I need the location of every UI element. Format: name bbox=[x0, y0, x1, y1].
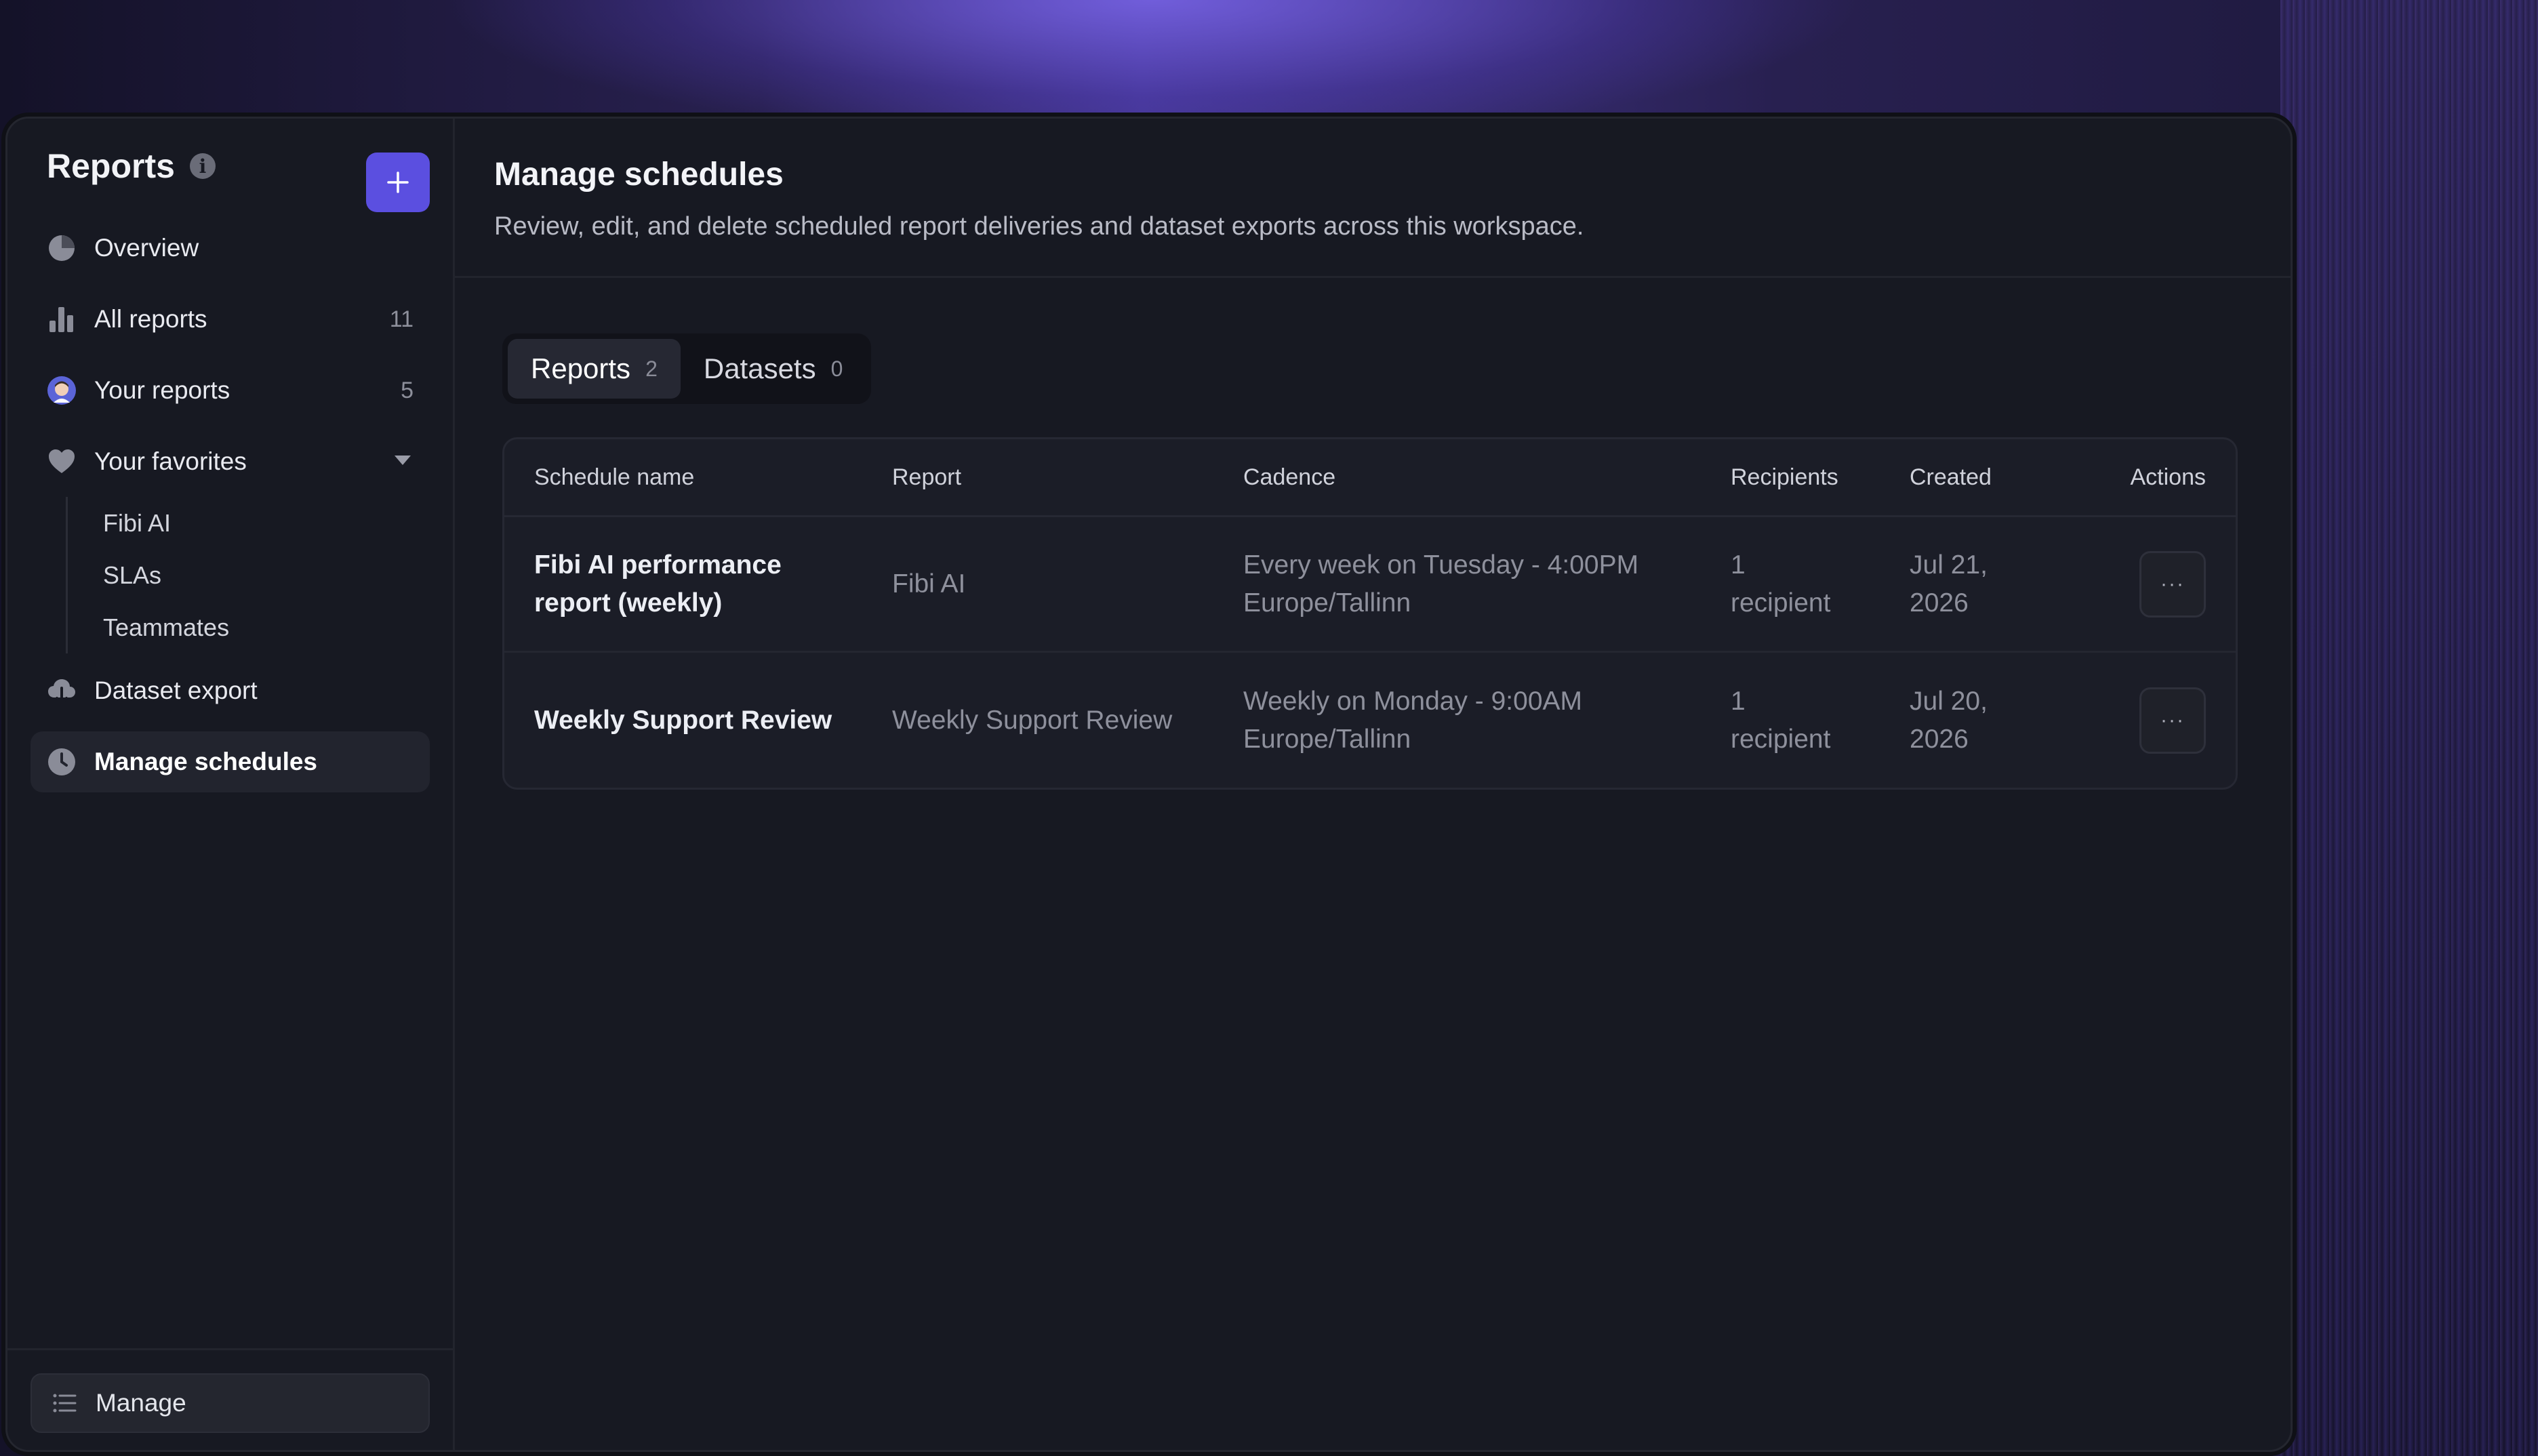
page-header: Manage schedules Review, edit, and delet… bbox=[455, 119, 2291, 278]
sidebar-item-label: Manage schedules bbox=[94, 748, 318, 775]
column-header: Created bbox=[1910, 464, 1992, 490]
cadence-line: Every week on Tuesday - 4:00PM bbox=[1243, 550, 1639, 580]
column-header: Report bbox=[892, 464, 962, 490]
recipients-line: 1 bbox=[1731, 550, 1746, 580]
created-date: Jul 21, 2026 bbox=[1910, 546, 2093, 622]
tab-reports[interactable]: Reports 2 bbox=[508, 339, 681, 399]
cadence: Weekly on Monday - 9:00AM Europe/Tallinn bbox=[1243, 683, 1731, 759]
background-stripes bbox=[2280, 0, 2538, 1456]
sidebar-nav: Overview All reports 11 Your reports 5 Y… bbox=[7, 214, 453, 792]
favorite-item[interactable]: Fibi AI bbox=[68, 497, 430, 549]
more-actions-button[interactable]: ··· bbox=[2139, 687, 2206, 754]
bar-chart-icon bbox=[47, 304, 77, 334]
favorite-item[interactable]: Teammates bbox=[68, 601, 430, 653]
created-line: Jul 21, bbox=[1910, 550, 1988, 580]
schedules-table: Schedule name Report Cadence Recipients … bbox=[502, 437, 2238, 790]
recipients-line: 1 bbox=[1731, 687, 1746, 716]
recipients-line: recipient bbox=[1731, 588, 1831, 618]
main-content: Manage schedules Review, edit, and delet… bbox=[455, 119, 2291, 1450]
cadence: Every week on Tuesday - 4:00PM Europe/Ta… bbox=[1243, 546, 1731, 622]
sidebar-item-label: Dataset export bbox=[94, 676, 258, 704]
app-window: Reports i Overview All reports 11 Your r… bbox=[5, 117, 2293, 1452]
created-date: Jul 20, 2026 bbox=[1910, 683, 2093, 759]
sidebar-item-overview[interactable]: Overview bbox=[31, 218, 430, 279]
sidebar-header: Reports i bbox=[7, 119, 453, 214]
favorite-item[interactable]: SLAs bbox=[68, 549, 430, 601]
add-report-button[interactable] bbox=[366, 153, 430, 212]
cadence-line: Weekly on Monday - 9:00AM bbox=[1243, 687, 1583, 716]
more-actions-button[interactable]: ··· bbox=[2139, 550, 2206, 618]
schedule-name-line: Fibi AI performance bbox=[534, 550, 782, 580]
page-title: Manage schedules bbox=[494, 157, 784, 193]
tab-bar: Reports 2 Datasets 0 bbox=[502, 333, 872, 404]
column-header: Schedule name bbox=[534, 464, 695, 490]
cloud-download-icon bbox=[47, 676, 77, 706]
pie-chart-icon bbox=[47, 233, 77, 263]
table-row[interactable]: Fibi AI performance report (weekly) Fibi… bbox=[504, 517, 2236, 653]
manage-button[interactable]: Manage bbox=[31, 1373, 430, 1433]
sidebar-item-count: 11 bbox=[389, 306, 414, 332]
sidebar-footer: Manage bbox=[7, 1348, 453, 1450]
report-name: Weekly Support Review bbox=[892, 706, 1173, 735]
sidebar: Reports i Overview All reports 11 Your r… bbox=[7, 119, 455, 1450]
table-header: Schedule name Report Cadence Recipients … bbox=[504, 439, 2236, 517]
avatar-icon bbox=[47, 376, 77, 405]
plus-icon bbox=[387, 171, 409, 193]
tab-count: 2 bbox=[645, 356, 658, 381]
sidebar-item-count: 5 bbox=[401, 377, 414, 403]
clock-icon bbox=[47, 747, 77, 777]
recipients: 1 recipient bbox=[1731, 683, 1910, 759]
column-header: Cadence bbox=[1243, 464, 1336, 490]
sidebar-item-manage-schedules[interactable]: Manage schedules bbox=[31, 731, 430, 792]
heart-icon bbox=[47, 447, 77, 477]
chevron-down-icon[interactable] bbox=[395, 456, 411, 465]
sidebar-item-your-reports[interactable]: Your reports 5 bbox=[31, 360, 430, 421]
column-header: Recipients bbox=[1731, 464, 1838, 490]
recipients: 1 recipient bbox=[1731, 546, 1910, 622]
ellipsis-icon: ··· bbox=[2160, 572, 2185, 595]
schedule-name: Fibi AI performance report (weekly) bbox=[504, 546, 892, 622]
cadence-line: Europe/Tallinn bbox=[1243, 725, 1411, 754]
schedule-name: Weekly Support Review bbox=[504, 702, 892, 740]
schedule-name-line: report (weekly) bbox=[534, 588, 723, 618]
sidebar-item-label: Your favorites bbox=[94, 447, 247, 475]
table-row[interactable]: Weekly Support Review Weekly Support Rev… bbox=[504, 653, 2236, 788]
sidebar-title: Reports bbox=[47, 147, 175, 185]
favorites-list: Fibi AI SLAs Teammates bbox=[66, 497, 430, 653]
column-header: Actions bbox=[2130, 464, 2207, 490]
tab-label: Datasets bbox=[703, 352, 816, 384]
schedule-name-line: Weekly Support Review bbox=[534, 706, 832, 735]
created-line: 2026 bbox=[1910, 725, 1969, 754]
sidebar-item-dataset-export[interactable]: Dataset export bbox=[31, 660, 430, 721]
tab-count: 0 bbox=[830, 356, 843, 381]
tab-datasets[interactable]: Datasets 0 bbox=[681, 339, 866, 399]
sidebar-item-label: All reports bbox=[94, 305, 207, 333]
info-icon[interactable]: i bbox=[189, 153, 216, 179]
recipients-line: recipient bbox=[1731, 725, 1831, 754]
page-description: Review, edit, and delete scheduled repor… bbox=[494, 212, 1584, 241]
report-name: Fibi AI bbox=[892, 569, 966, 599]
cadence-line: Europe/Tallinn bbox=[1243, 588, 1411, 618]
created-line: 2026 bbox=[1910, 588, 1969, 618]
manage-button-label: Manage bbox=[96, 1389, 186, 1417]
ellipsis-icon: ··· bbox=[2160, 709, 2185, 731]
sidebar-item-label: Your reports bbox=[94, 376, 230, 404]
actions-cell: ··· bbox=[2093, 687, 2236, 754]
sidebar-item-label: Overview bbox=[94, 234, 199, 262]
actions-cell: ··· bbox=[2093, 550, 2236, 618]
created-line: Jul 20, bbox=[1910, 687, 1988, 716]
tab-label: Reports bbox=[531, 352, 631, 384]
sidebar-item-all-reports[interactable]: All reports 11 bbox=[31, 289, 430, 350]
sidebar-item-your-favorites[interactable]: Your favorites bbox=[31, 431, 430, 492]
list-icon bbox=[51, 1390, 78, 1417]
